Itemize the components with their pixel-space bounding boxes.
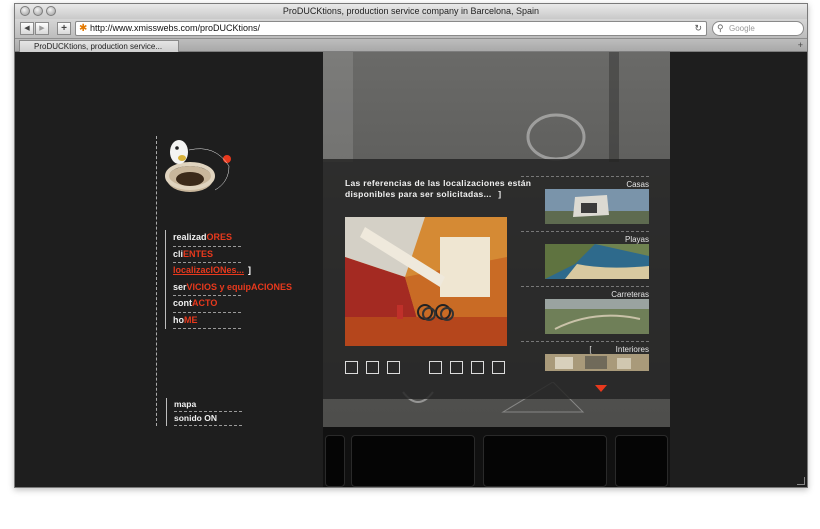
thumbnail-7[interactable] bbox=[492, 361, 505, 374]
search-placeholder: Google bbox=[729, 24, 755, 33]
page-content: realizadORES cliENTES localizacIONes...]… bbox=[15, 52, 807, 487]
photo-thumbnails bbox=[345, 361, 515, 375]
scroll-down-icon[interactable] bbox=[595, 385, 607, 392]
nav-label-suffix: ACIONES bbox=[251, 281, 293, 292]
nav-item-home[interactable]: hoME bbox=[165, 312, 295, 329]
keyboard-photo-strip bbox=[323, 427, 670, 487]
main-nav: realizadORES cliENTES localizacIONes...]… bbox=[165, 230, 295, 329]
thumbnail-3[interactable] bbox=[387, 361, 400, 374]
nav-label-accent: ACTO bbox=[192, 298, 218, 308]
zoom-window-icon[interactable] bbox=[46, 6, 56, 16]
category-carreteras-image[interactable] bbox=[545, 299, 649, 334]
back-button[interactable]: ◀ bbox=[20, 22, 34, 35]
category-casas[interactable]: Casas bbox=[521, 176, 649, 189]
nav-item-clientes[interactable]: cliENTES bbox=[165, 246, 295, 263]
sub-nav-label: mapa bbox=[174, 399, 197, 409]
title-bar: ProDUCKtions, production service company… bbox=[15, 4, 807, 19]
add-bookmark-button[interactable]: + bbox=[57, 22, 71, 35]
active-bracket: ] bbox=[248, 265, 252, 275]
thumbnail-4[interactable] bbox=[429, 361, 442, 374]
url-text: http://www.xmisswebs.com/proDUCKtions/ bbox=[90, 23, 261, 33]
browser-window: ProDUCKtions, production service company… bbox=[14, 3, 808, 488]
category-carreteras[interactable]: Carreteras bbox=[521, 286, 649, 299]
close-window-icon[interactable] bbox=[20, 6, 30, 16]
search-input[interactable]: ⚲ Google bbox=[712, 21, 804, 36]
favicon-icon: ✱ bbox=[79, 23, 88, 34]
panel-intro: Las referencias de las localizaciones es… bbox=[345, 178, 535, 200]
secondary-nav: mapa sonido ON bbox=[166, 398, 246, 426]
nav-label-accent: ME bbox=[184, 314, 198, 325]
main-location-photo[interactable] bbox=[345, 217, 507, 346]
new-tab-icon[interactable]: + bbox=[798, 39, 803, 51]
nav-item-localizaciones[interactable]: localizacIONes...] bbox=[165, 263, 295, 280]
forward-button[interactable]: ▶ bbox=[35, 22, 49, 35]
category-playas[interactable]: Playas bbox=[521, 231, 649, 244]
sub-nav-label: sonido ON bbox=[174, 413, 217, 423]
nav-item-contacto[interactable]: contACTO bbox=[165, 296, 295, 313]
locations-panel: Las referencias de las localizaciones es… bbox=[323, 159, 670, 399]
intro-bracket: ] bbox=[498, 189, 502, 199]
nav-label-prefix: ser bbox=[173, 281, 187, 292]
category-interiores-image[interactable] bbox=[545, 354, 649, 371]
nav-item-mapa[interactable]: mapa bbox=[166, 398, 246, 412]
nav-label-prefix: cont bbox=[173, 298, 192, 308]
reload-icon[interactable]: ↻ bbox=[694, 22, 702, 35]
thumbnail-6[interactable] bbox=[471, 361, 484, 374]
tab-producktions[interactable]: ProDUCKtions, production service... bbox=[19, 40, 179, 52]
interiores-bracket: [ bbox=[589, 345, 592, 354]
category-playas-image[interactable] bbox=[545, 244, 649, 279]
nav-label-accent: ORES bbox=[206, 232, 233, 242]
category-interiores[interactable]: [ Interiores bbox=[521, 341, 649, 354]
producktions-logo[interactable] bbox=[163, 136, 235, 198]
tab-label: ProDUCKtions, production service... bbox=[34, 42, 163, 51]
interior-staircase-image bbox=[345, 217, 507, 346]
thumbnail-5[interactable] bbox=[450, 361, 463, 374]
intro-text: Las referencias de las localizaciones es… bbox=[345, 178, 532, 199]
nav-label-prefix: ho bbox=[173, 314, 184, 325]
nav-item-realizadores[interactable]: realizadORES bbox=[165, 230, 295, 247]
fixture-shape bbox=[526, 113, 586, 161]
nav-label-accent: VICIOS y equip bbox=[186, 281, 252, 292]
nav-label-active: localizacIONes... bbox=[173, 265, 245, 275]
nav-label-accent: ENTES bbox=[183, 248, 214, 259]
thumbnail-2[interactable] bbox=[366, 361, 379, 374]
nav-divider bbox=[156, 136, 157, 426]
browser-toolbar: ◀ ▶ + ✱ http://www.xmisswebs.com/proDUCK… bbox=[15, 19, 807, 39]
nav-label-prefix: cli bbox=[173, 248, 184, 259]
search-icon: ⚲ bbox=[717, 23, 724, 33]
minimize-window-icon[interactable] bbox=[33, 6, 43, 16]
nav-item-sonido[interactable]: sonido ON bbox=[166, 412, 246, 426]
nav-item-servicios[interactable]: serVICIOS y equipACIONES bbox=[165, 279, 295, 296]
tab-bar: ProDUCKtions, production service... + bbox=[15, 39, 807, 52]
category-casas-image[interactable] bbox=[545, 189, 649, 224]
resize-grip-icon[interactable] bbox=[797, 477, 805, 485]
nav-label-prefix: realizad bbox=[173, 232, 207, 242]
interiores-label: Interiores bbox=[615, 345, 649, 354]
address-bar[interactable]: ✱ http://www.xmisswebs.com/proDUCKtions/… bbox=[75, 21, 707, 36]
thumbnail-1[interactable] bbox=[345, 361, 358, 374]
window-title: ProDUCKtions, production service company… bbox=[282, 6, 540, 16]
